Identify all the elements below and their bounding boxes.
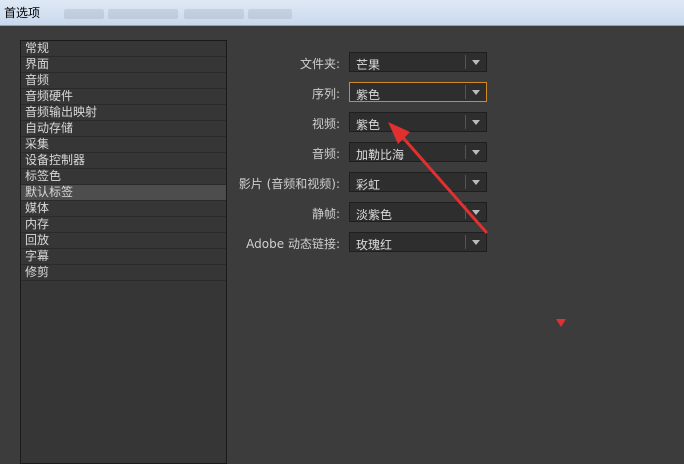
sidebar-item-trim[interactable]: 修剪 [21,265,226,281]
still-dropdown[interactable]: 淡紫色 [349,202,487,222]
window-title: 首选项 [4,6,41,20]
sidebar-item-titler[interactable]: 字幕 [21,249,226,265]
still-value: 淡紫色 [356,208,393,222]
dynamic-link-value: 玫瑰红 [356,238,393,252]
dropdown-divider [465,55,466,69]
red-triangle-marker [556,319,566,327]
sidebar-item-playback[interactable]: 回放 [21,233,226,249]
dynamic-link-dropdown[interactable]: 玫瑰红 [349,232,487,252]
video-value: 紫色 [356,118,381,132]
dropdown-divider [465,85,466,99]
dropdown-divider [465,235,466,249]
sidebar-item-label-colors[interactable]: 标签色 [21,169,226,185]
audio-value: 加勒比海 [356,148,405,162]
dynamic-link-label: Adobe 动态链接: [246,237,340,251]
title-bar-blur [64,9,104,19]
sidebar-item-general[interactable]: 常规 [21,41,226,57]
folder-label: 文件夹: [299,57,340,71]
title-bar: 首选项 [0,0,684,26]
sidebar-item-media[interactable]: 媒体 [21,201,226,217]
title-bar-blur [248,9,292,19]
category-list[interactable]: 常规 界面 音频 音频硬件 音频输出映射 自动存储 采集 设备控制器 标签色 默… [20,40,227,464]
movie-dropdown[interactable]: 彩虹 [349,172,487,192]
folder-value: 芒果 [356,58,381,72]
sequence-label: 序列: [311,87,340,101]
title-bar-blur [108,9,178,19]
sidebar-item-capture[interactable]: 采集 [21,137,226,153]
sidebar-item-audio-output-mapping[interactable]: 音频输出映射 [21,105,226,121]
sidebar-item-audio[interactable]: 音频 [21,73,226,89]
sidebar-item-interface[interactable]: 界面 [21,57,226,73]
title-bar-blur [184,9,244,19]
video-label: 视频: [311,117,340,131]
movie-label: 影片 (音频和视频): [238,177,340,191]
chevron-down-icon[interactable] [472,240,480,245]
chevron-down-icon[interactable] [472,210,480,215]
sidebar-item-auto-save[interactable]: 自动存储 [21,121,226,137]
chevron-down-icon[interactable] [472,60,480,65]
chevron-down-icon[interactable] [472,120,480,125]
dropdown-divider [465,145,466,159]
dropdown-divider [465,115,466,129]
dropdown-divider [465,205,466,219]
video-dropdown[interactable]: 紫色 [349,112,487,132]
audio-label: 音频: [311,147,340,161]
sidebar-item-device-control[interactable]: 设备控制器 [21,153,226,169]
sequence-dropdown[interactable]: 紫色 [349,82,487,102]
sidebar-item-audio-hardware[interactable]: 音频硬件 [21,89,226,105]
folder-dropdown[interactable]: 芒果 [349,52,487,72]
sequence-value: 紫色 [356,88,381,102]
sidebar-item-label-defaults[interactable]: 默认标签 [21,185,226,201]
chevron-down-icon[interactable] [472,90,480,95]
audio-dropdown[interactable]: 加勒比海 [349,142,487,162]
chevron-down-icon[interactable] [472,150,480,155]
still-label: 静帧: [311,207,340,221]
sidebar-item-memory[interactable]: 内存 [21,217,226,233]
chevron-down-icon[interactable] [472,180,480,185]
dropdown-divider [465,175,466,189]
movie-value: 彩虹 [356,178,381,192]
